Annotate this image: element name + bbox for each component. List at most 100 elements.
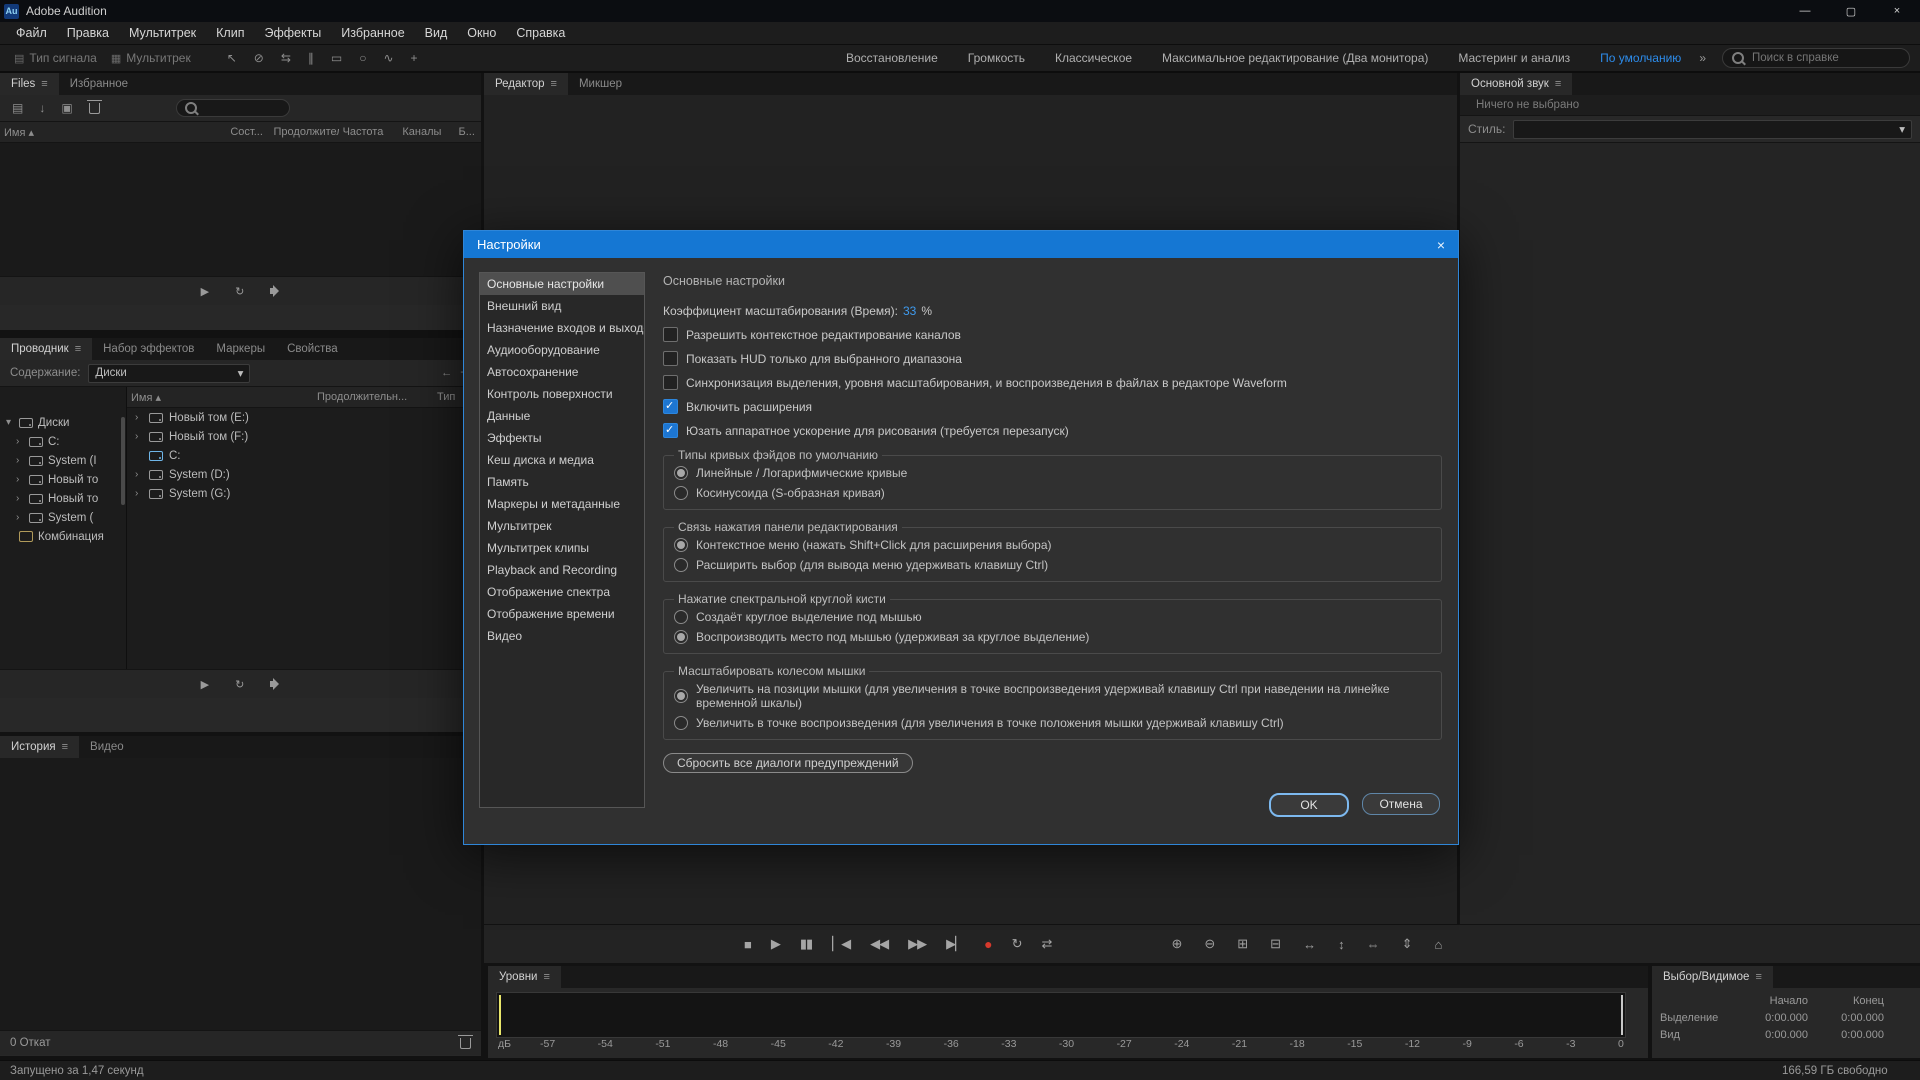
tab-video[interactable]: Видео [79,736,135,758]
panel-menu-icon[interactable]: ≡ [1755,971,1761,983]
radio-context-menu[interactable]: Контекстное меню (нажать Shift+Click для… [674,535,1431,555]
tab-history[interactable]: История ≡ [0,736,79,758]
rewind-button[interactable]: ◀◀ [870,936,888,952]
tree-item[interactable]: › Новый то [0,489,126,508]
multitrack-view-button[interactable]: ▦ Мультитрек [111,51,191,65]
skip-to-start-button[interactable]: ▏◀ [832,936,850,952]
radio-icon[interactable] [674,558,688,572]
view-start-value[interactable]: 0:00.000 [1732,1029,1808,1041]
checkbox-icon[interactable] [663,351,678,366]
play-button[interactable]: ▶ [771,936,780,952]
panel-menu-icon[interactable]: ≡ [41,78,47,90]
expander-icon[interactable]: › [16,474,24,485]
category-multitrack[interactable]: Мультитрек [480,515,644,537]
radio-icon[interactable] [674,689,688,703]
play-button[interactable]: ▶ [201,285,209,298]
checkbox-icon[interactable] [663,375,678,390]
category-appearance[interactable]: Внешний вид [480,295,644,317]
ok-button[interactable]: OK [1269,793,1349,817]
maximize-button[interactable]: ▢ [1828,0,1874,22]
radio-zoom-at-playhead[interactable]: Увеличить в точке воспроизведения (для у… [674,713,1431,733]
expander-icon[interactable]: › [16,512,24,523]
tab-effects-rack[interactable]: Набор эффектов [92,338,205,360]
workspace-mastering[interactable]: Мастеринг и анализ [1458,51,1570,65]
panel-menu-icon[interactable]: ≡ [551,78,557,90]
tab-media-browser[interactable]: Проводник ≡ [0,338,92,360]
play-button[interactable]: ▶ [201,678,209,691]
lasso-selection-tool-icon[interactable]: ○ [359,51,366,65]
category-video[interactable]: Видео [480,625,644,647]
reset-zoom-icon[interactable]: ⇕ [1402,936,1413,952]
menu-help[interactable]: Справка [506,26,575,40]
workspace-maximum-editing[interactable]: Максимальное редактирование (Два монитор… [1162,51,1428,65]
radio-create-circular-selection[interactable]: Создаёт круглое выделение под мышью [674,607,1431,627]
expander-icon[interactable]: › [135,431,143,442]
tree-scrollbar[interactable] [121,417,125,505]
category-effects[interactable]: Эффекты [480,427,644,449]
radio-play-under-mouse[interactable]: Воспроизводить место под мышью (удержива… [674,627,1431,647]
category-spectral-display[interactable]: Отображение спектра [480,581,644,603]
expander-icon[interactable]: › [16,493,24,504]
checkbox-sync-waveform[interactable]: Синхронизация выделения, уровня масштаби… [663,375,1442,390]
tab-properties[interactable]: Свойства [276,338,349,360]
clear-history-icon[interactable] [460,1038,471,1049]
slip-tool-icon[interactable]: ⇆ [281,51,291,65]
category-auto-save[interactable]: Автосохранение [480,361,644,383]
waveform-view-button[interactable]: ▤ Тип сигнала [14,51,97,65]
list-item[interactable]: › System (G:) [127,484,481,503]
category-control-surface[interactable]: Контроль поверхности [480,383,644,405]
column-state[interactable]: Сост... [226,126,269,138]
tree-item[interactable]: › C: [0,432,126,451]
collapse-icon[interactable]: ▾ [6,417,14,428]
category-data[interactable]: Данные [480,405,644,427]
radio-icon[interactable] [674,610,688,624]
zoom-out-point-icon[interactable]: ⇔ [1367,937,1380,952]
menu-window[interactable]: Окно [457,26,506,40]
back-icon[interactable]: ← [441,367,453,379]
column-name[interactable]: Имя ▴ [127,391,313,404]
marquee-selection-tool-icon[interactable]: ▭ [331,51,342,65]
category-memory[interactable]: Память [480,471,644,493]
category-general[interactable]: Основные настройки [480,273,644,295]
style-dropdown[interactable]: ▾ [1513,120,1912,139]
zoom-in-point-icon[interactable]: ↕ [1338,937,1345,952]
list-item[interactable]: › Новый том (E:) [127,408,481,427]
cancel-button[interactable]: Отмена [1362,793,1440,815]
menu-favorites[interactable]: Избранное [331,26,414,40]
column-channels[interactable]: Каналы [398,126,454,138]
fast-forward-button[interactable]: ▶▶ [908,936,926,952]
category-media-disk-cache[interactable]: Кеш диска и медиа [480,449,644,471]
checkbox-icon[interactable] [663,327,678,342]
panel-menu-icon[interactable]: ≡ [75,343,81,355]
auto-play-speaker-icon[interactable] [270,288,274,294]
loop-button[interactable]: ↻ [235,678,244,691]
selection-start-value[interactable]: 0:00.000 [1732,1012,1808,1024]
zoom-in-time-icon[interactable]: ⊕ [1171,936,1182,952]
level-meter[interactable] [496,992,1626,1038]
tree-root-drives[interactable]: ▾ Диски [0,413,126,432]
radio-icon[interactable] [674,466,688,480]
view-end-value[interactable]: 0:00.000 [1808,1029,1884,1041]
column-bitdepth[interactable]: Б... [454,126,481,138]
column-sample-rate[interactable]: Частота [339,126,399,138]
menu-view[interactable]: Вид [415,26,458,40]
expander-icon[interactable]: › [16,455,24,466]
list-item-selected[interactable]: C: [127,446,481,465]
tab-editor[interactable]: Редактор ≡ [484,73,568,95]
list-item[interactable]: › System (D:) [127,465,481,484]
zoom-factor-value[interactable]: 33 [903,304,916,318]
open-file-icon[interactable]: ▤ [12,101,23,115]
expander-icon[interactable]: › [135,469,143,480]
workspace-classic[interactable]: Классическое [1055,51,1132,65]
workspace-default[interactable]: По умолчанию [1600,51,1681,65]
tab-files[interactable]: Files ≡ [0,73,59,95]
delete-icon[interactable] [89,103,100,114]
tree-item[interactable]: › System ( [0,508,126,527]
reset-warning-dialogs-button[interactable]: Сбросить все диалоги предупреждений [663,753,913,773]
category-audio-hardware[interactable]: Аудиооборудование [480,339,644,361]
panel-menu-icon[interactable]: ≡ [62,741,68,753]
skip-to-end-button[interactable]: ▶▏ [946,936,964,952]
zoom-to-selection-icon[interactable]: ↔ [1303,937,1316,952]
time-selection-tool-icon[interactable]: ∥ [308,51,314,65]
category-playback-recording[interactable]: Playback and Recording [480,559,644,581]
